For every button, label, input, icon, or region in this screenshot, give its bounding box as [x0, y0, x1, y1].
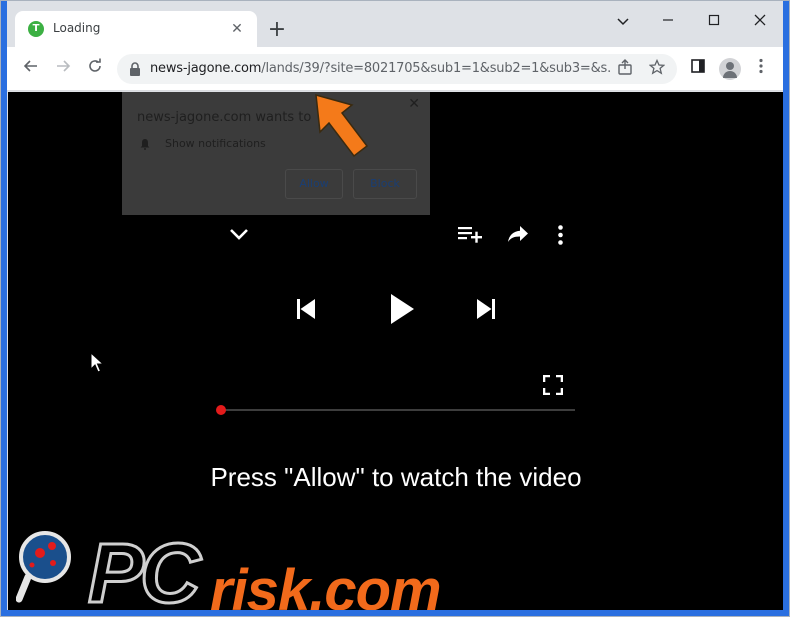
next-track-icon[interactable]: [477, 299, 495, 319]
bookmark-star-icon[interactable]: [647, 58, 667, 79]
previous-track-icon[interactable]: [297, 299, 315, 319]
url-domain: news-jagone.com: [150, 61, 262, 76]
allow-button[interactable]: Allow: [285, 169, 343, 199]
forward-button[interactable]: [51, 57, 75, 81]
notification-title: news-jagone.com wants to: [137, 110, 312, 125]
lock-icon[interactable]: [129, 62, 141, 76]
tab-strip: T Loading ✕ +: [1, 1, 789, 47]
tab-loading[interactable]: T Loading ✕: [15, 11, 257, 47]
back-button[interactable]: [19, 57, 43, 81]
watermark-risk-text: risk.com: [210, 558, 442, 611]
play-icon[interactable]: [389, 293, 415, 325]
progress-scrubber[interactable]: [216, 405, 226, 415]
share-icon[interactable]: [615, 59, 635, 79]
mouse-cursor-icon: [90, 352, 104, 373]
block-button[interactable]: Block: [353, 169, 417, 199]
tab-title: Loading: [53, 21, 101, 35]
url-text[interactable]: news-jagone.com/lands/39/?site=8021705&s…: [150, 61, 610, 76]
pcrisk-watermark: PC risk.com: [8, 517, 784, 611]
notification-permission-text: Show notifications: [165, 137, 266, 150]
maximize-button[interactable]: [699, 9, 729, 35]
menu-kebab-icon[interactable]: [750, 58, 772, 80]
watermark-pc-text: PC: [87, 525, 203, 612]
magnifier-logo-icon: [16, 531, 71, 603]
call-to-action-text: Press "Allow" to watch the video: [210, 462, 582, 492]
reload-button[interactable]: [83, 57, 107, 81]
page-content: news-jagone.com wants to ✕ Show notifica…: [8, 92, 784, 611]
collapse-chevron-icon[interactable]: [229, 227, 249, 241]
url-path: /lands/39/?site=8021705&sub1=1&sub2=1&su…: [261, 61, 610, 76]
more-options-icon[interactable]: [558, 225, 563, 245]
minimize-button[interactable]: [653, 9, 683, 35]
address-bar[interactable]: news-jagone.com/lands/39/?site=8021705&s…: [117, 54, 677, 84]
new-tab-button[interactable]: +: [265, 19, 289, 43]
add-to-queue-icon[interactable]: [458, 225, 482, 243]
notification-close-icon[interactable]: ✕: [408, 96, 420, 112]
browser-toolbar: news-jagone.com/lands/39/?site=8021705&s…: [1, 47, 789, 91]
profile-avatar[interactable]: [719, 58, 741, 80]
orange-arrow-icon: [315, 93, 369, 158]
tab-favicon-icon: T: [28, 21, 44, 37]
tab-search-chevron-icon[interactable]: [608, 9, 638, 35]
close-window-button[interactable]: [745, 9, 775, 35]
tab-close-icon[interactable]: ✕: [227, 19, 247, 39]
video-progress-bar[interactable]: [217, 409, 575, 411]
notification-prompt: news-jagone.com wants to ✕ Show notifica…: [122, 92, 430, 215]
browser-window: T Loading ✕ + news-jagone.com/lands/39/?…: [0, 0, 790, 617]
share-arrow-icon[interactable]: [507, 225, 529, 243]
video-player[interactable]: [213, 215, 579, 420]
fullscreen-icon[interactable]: [543, 375, 563, 395]
side-panel-icon[interactable]: [687, 58, 709, 80]
bell-icon: [140, 139, 150, 150]
